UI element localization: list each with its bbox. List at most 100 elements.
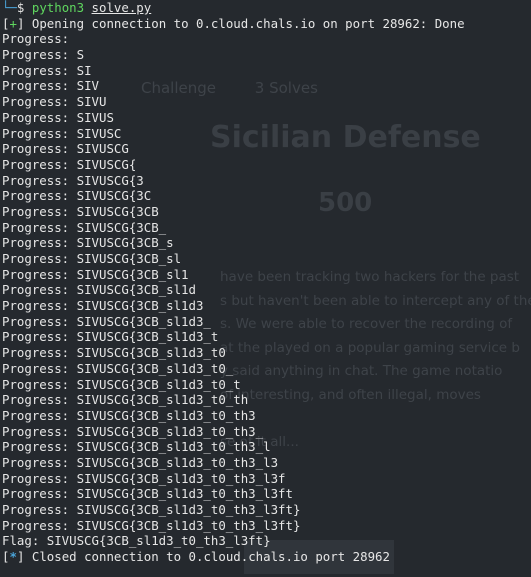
- progress-line: Progress: SIVUSCG{3CB_sl1d3_t0_th3: [2, 408, 531, 424]
- opening-line: [+] Opening connection to 0.cloud.chals.…: [2, 15, 465, 31]
- progress-value: SIVUSCG{3CB_s: [76, 235, 174, 251]
- progress-line: Progress: SIVUSCG{3CB_sl1d3_t0_t: [2, 377, 531, 393]
- progress-value: SIVUSCG{3CB_sl1d3_t0_th3_l: [76, 439, 271, 455]
- progress-label: Progress:: [2, 517, 70, 533]
- progress-value: SIVUSCG{3CB_sl1d3_t0_th3_: [76, 423, 264, 439]
- progress-value: SIVUSCG{3C: [76, 188, 152, 204]
- progress-line: Progress: SIVUSCG: [2, 141, 531, 157]
- progress-label: Progress:: [2, 156, 70, 172]
- progress-label: Progress:: [2, 109, 70, 125]
- progress-line: Progress: SIVUSCG{3: [2, 173, 531, 189]
- progress-value: SIVUSCG{3CB_sl1d3_t0_th3_l3: [76, 454, 279, 470]
- progress-line: Progress: SIVUSCG{3CB_sl: [2, 251, 531, 267]
- progress-label: Progress:: [2, 62, 70, 78]
- progress-line: Progress: SIVUS: [2, 110, 531, 126]
- progress-label: Progress:: [2, 407, 70, 423]
- progress-value: SIVUSC: [76, 125, 122, 141]
- progress-line: Progress: SIVUSCG{3CB: [2, 204, 531, 220]
- progress-label: Progress:: [2, 329, 70, 345]
- progress-label: Progress:: [2, 94, 70, 110]
- prompt-line: └─$ python3 solve.py: [2, 0, 531, 16]
- progress-line: Progress: SIVUSCG{3CB_sl1d3_t0_th3_l3ft}: [2, 502, 531, 518]
- progress-value: SIVUSCG{3CB_sl1d3_t0: [76, 345, 226, 361]
- progress-value: SIVUSCG{3CB: [76, 203, 159, 219]
- terminal-window[interactable]: Challenge 3 Solves Sicilian Defense 500 …: [0, 0, 531, 577]
- progress-value: SIVUSCG{3CB_sl1d3_t0_th3_l3ft: [76, 486, 293, 502]
- progress-line: Progress:: [2, 31, 531, 47]
- progress-value: S: [76, 47, 85, 63]
- progress-line: Progress: SIVUSCG{3CB_sl1: [2, 267, 531, 283]
- progress-value: SIVUSCG{3CB_sl: [76, 251, 182, 266]
- progress-line: Progress: SIVUSCG{3CB_: [2, 220, 531, 236]
- progress-line: Progress: SIVUSCG{3CB_sl1d3_t0_th3_l3: [2, 455, 531, 471]
- closing-text: Closed connection to 0.cloud.chals.io po…: [31, 549, 390, 565]
- progress-line: Progress: SI: [2, 63, 531, 79]
- closing-line: [*] Closed connection to 0.cloud.chals.i…: [2, 549, 390, 565]
- progress-line: Progress: SIVUSCG{3CB_sl1d: [2, 282, 531, 298]
- progress-value: SIVUSCG{: [76, 156, 137, 172]
- flag-line: Flag: SIVUSCG{3CB_sl1d3_t0_th3_l3ft}: [2, 533, 271, 549]
- progress-value: SIVUSCG{3CB_sl1d3_t0_th3_l3ft}: [76, 502, 301, 517]
- progress-label: Progress:: [2, 266, 70, 282]
- progress-label: Progress:: [2, 203, 70, 219]
- progress-line: Progress: SIVUSCG{3CB_sl1d3_t0_th3_: [2, 424, 531, 440]
- progress-label: Progress:: [2, 47, 70, 63]
- progress-line: Progress: SIVUSC: [2, 126, 531, 142]
- progress-label: Progress:: [2, 219, 70, 235]
- progress-label: Progress:: [2, 439, 70, 455]
- progress-label: Progress:: [2, 235, 70, 251]
- progress-line: Progress: SIVUSCG{3CB_sl1d3_t0_: [2, 361, 531, 377]
- progress-line: Progress: SIVUSCG{3C: [2, 188, 531, 204]
- progress-label: Progress:: [2, 282, 70, 298]
- progress-value: SIVUSCG{3CB_sl1d3_t0_th3: [76, 407, 256, 423]
- progress-line: Progress: SIVUSCG{3CB_sl1d3_t0_th3_l3f: [2, 471, 531, 487]
- progress-line: Progress: SIVU: [2, 94, 531, 110]
- progress-value: SIVUSCG{3CB_: [76, 219, 167, 235]
- progress-label: Progress:: [2, 298, 70, 314]
- progress-label: Progress:: [2, 486, 70, 502]
- progress-label: Progress:: [2, 141, 70, 157]
- progress-value: SIVUS: [76, 109, 114, 125]
- progress-line: Progress: SIVUSCG{3CB_sl1d3: [2, 298, 531, 314]
- progress-line: Progress: SIVUSCG{: [2, 157, 531, 173]
- terminal-output: └─$ python3 solve.py [+] Opening connect…: [2, 0, 531, 565]
- progress-label: Progress:: [2, 502, 70, 517]
- progress-label: Progress:: [2, 392, 70, 408]
- progress-value: SIVUSCG{3CB_sl1: [76, 266, 189, 282]
- progress-value: SIVUSCG{3CB_sl1d3_t: [76, 329, 219, 345]
- progress-label: Progress:: [2, 172, 70, 188]
- progress-line: Progress: SIV: [2, 78, 531, 94]
- progress-line: Progress: SIVUSCG{3CB_s: [2, 235, 531, 251]
- progress-value: SIVUSCG{3CB_sl1d3_t0_th3_l3ft}: [76, 517, 301, 533]
- progress-line: Progress: S: [2, 47, 531, 63]
- progress-label: Progress:: [2, 376, 70, 392]
- progress-list: Progress: Progress: S Progress: SI Progres…: [2, 31, 531, 533]
- progress-label: Progress:: [2, 188, 70, 204]
- progress-label: Progress:: [2, 454, 70, 470]
- prompt-argument: solve.py: [91, 0, 152, 15]
- progress-label: Progress:: [2, 360, 70, 376]
- plus-icon: +: [9, 15, 17, 31]
- progress-line: Progress: SIVUSCG{3CB_sl1d3_t0_th: [2, 392, 531, 408]
- progress-value: SIVUSCG{3CB_sl1d3_t0_th: [76, 392, 249, 408]
- progress-value: SIVUSCG{3CB_sl1d3: [76, 298, 204, 314]
- progress-label: Progress:: [2, 345, 70, 361]
- star-icon: *: [9, 549, 17, 565]
- progress-label: Progress:: [2, 470, 70, 486]
- prompt-corner: └─: [2, 0, 17, 15]
- progress-line: Progress: SIVUSCG{3CB_sl1d3_: [2, 314, 531, 330]
- progress-line: Progress: SIVUSCG{3CB_sl1d3_t: [2, 329, 531, 345]
- progress-label: Progress:: [2, 78, 70, 94]
- progress-label: Progress:: [2, 423, 70, 439]
- progress-line: Progress: SIVUSCG{3CB_sl1d3_t0_th3_l3ft: [2, 486, 531, 502]
- progress-value: SIVU: [76, 94, 107, 110]
- progress-label: Progress:: [2, 31, 70, 47]
- prompt-command: python3: [31, 0, 85, 15]
- progress-value: SIVUSCG{3CB_sl1d3_t0_: [76, 360, 234, 376]
- progress-line: Progress: SIVUSCG{3CB_sl1d3_t0_th3_l3ft}: [2, 518, 531, 534]
- prompt-dollar: $: [16, 0, 25, 15]
- progress-value: SIVUSCG{3CB_sl1d3_t0_t: [76, 376, 241, 392]
- opening-text: Opening connection to 0.cloud.chals.io o…: [31, 15, 465, 31]
- progress-value: SIVUSCG{3: [76, 172, 144, 188]
- progress-value: SIV: [76, 78, 99, 94]
